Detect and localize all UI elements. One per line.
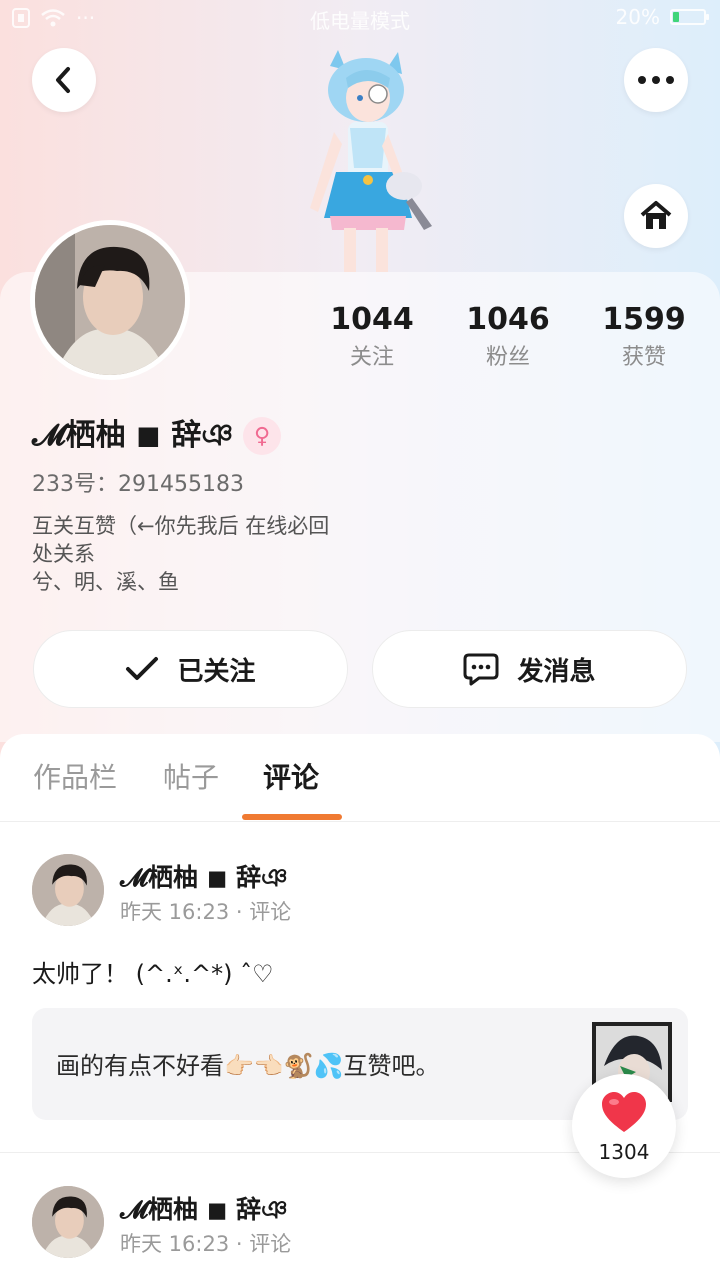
more-dots-icon — [638, 76, 674, 84]
stat-followers-value: 1046 — [466, 302, 550, 337]
battery-fill — [673, 12, 679, 22]
stat-likes[interactable]: 1599 获赞 — [584, 300, 704, 374]
status-bar: ··· 低电量模式 20% — [0, 0, 720, 36]
message-button-label: 发消息 — [517, 656, 596, 687]
power-mode-label: 低电量模式 — [310, 9, 410, 33]
quoted-post-text: 画的有点不好看👉🏻👈🏻🐒💦互赞吧。 — [56, 1052, 440, 1080]
comment-author-avatar[interactable] — [32, 1186, 104, 1258]
message-button[interactable]: 发消息 — [372, 630, 687, 708]
comment-meta: 昨天 16:23 · 评论 — [120, 1232, 292, 1256]
home-icon — [640, 201, 672, 229]
comment-meta: 昨天 16:23 · 评论 — [120, 900, 292, 924]
battery-icon — [670, 9, 709, 25]
like-button[interactable]: 1304 — [572, 1074, 676, 1178]
comment-author-name[interactable]: 𝓜栖柚 ◼ 辞ঞ — [120, 1190, 288, 1233]
more-button[interactable] — [624, 48, 688, 112]
followed-button[interactable]: 已关注 — [33, 630, 348, 708]
active-tab-indicator — [242, 814, 342, 820]
avatar-photo — [35, 225, 185, 375]
avatar-photo — [32, 854, 104, 926]
profile-name: 𝓜栖柚 ◼ 辞ঞ — [32, 418, 234, 453]
followed-button-label: 已关注 — [177, 656, 256, 687]
profile-id[interactable]: 233号：291455183 — [32, 466, 244, 498]
bio-line: 兮、明、溪、鱼 — [32, 570, 179, 594]
checkmark-icon — [126, 657, 159, 680]
comment-author-avatar[interactable] — [32, 854, 104, 926]
profile-avatar[interactable] — [30, 220, 190, 380]
stat-likes-value: 1599 — [602, 302, 686, 337]
stat-following-label: 关注 — [349, 345, 394, 370]
back-button[interactable] — [32, 48, 96, 112]
battery-percent: 20% — [615, 5, 660, 29]
tab-bar: 作品栏 帖子 评论 — [0, 734, 720, 822]
bio-line: 互关互赞（←你先我后 在线必回 — [32, 514, 330, 538]
chat-bubble-icon — [463, 653, 499, 686]
stat-following-value: 1044 — [330, 302, 414, 337]
tab-posts[interactable]: 帖子 — [163, 756, 219, 796]
like-count: 1304 — [598, 1140, 650, 1164]
content-panel: 作品栏 帖子 评论 𝓜栖柚 ◼ 辞ঞ 昨天 16:23 · 评论 太帅了！ (^… — [0, 734, 720, 1280]
comment-text: 太帅了！ (^.ˣ.^*) ˆ♡ — [32, 960, 274, 988]
stat-likes-label: 获赞 — [621, 345, 666, 370]
tab-works[interactable]: 作品栏 — [33, 756, 117, 796]
bio-line: 处关系 — [32, 542, 95, 566]
comment-author-name[interactable]: 𝓜栖柚 ◼ 辞ঞ — [120, 858, 288, 901]
stat-followers[interactable]: 1046 粉丝 — [448, 300, 568, 374]
stat-following[interactable]: 1044 关注 — [312, 300, 432, 374]
profile-bio: 互关互赞（←你先我后 在线必回 处关系 兮、明、溪、鱼 — [32, 512, 452, 596]
home-button[interactable] — [624, 184, 688, 248]
mascot-character-image — [310, 50, 432, 272]
stat-followers-label: 粉丝 — [485, 345, 530, 370]
avatar-photo — [32, 1186, 104, 1258]
heart-icon — [602, 1092, 646, 1132]
gender-female-icon: ♀ — [243, 417, 282, 455]
tab-comments[interactable]: 评论 — [263, 756, 319, 796]
chevron-left-icon — [56, 67, 70, 93]
profile-name-row: 𝓜栖柚 ◼ 辞ঞ ♀ — [32, 410, 282, 462]
